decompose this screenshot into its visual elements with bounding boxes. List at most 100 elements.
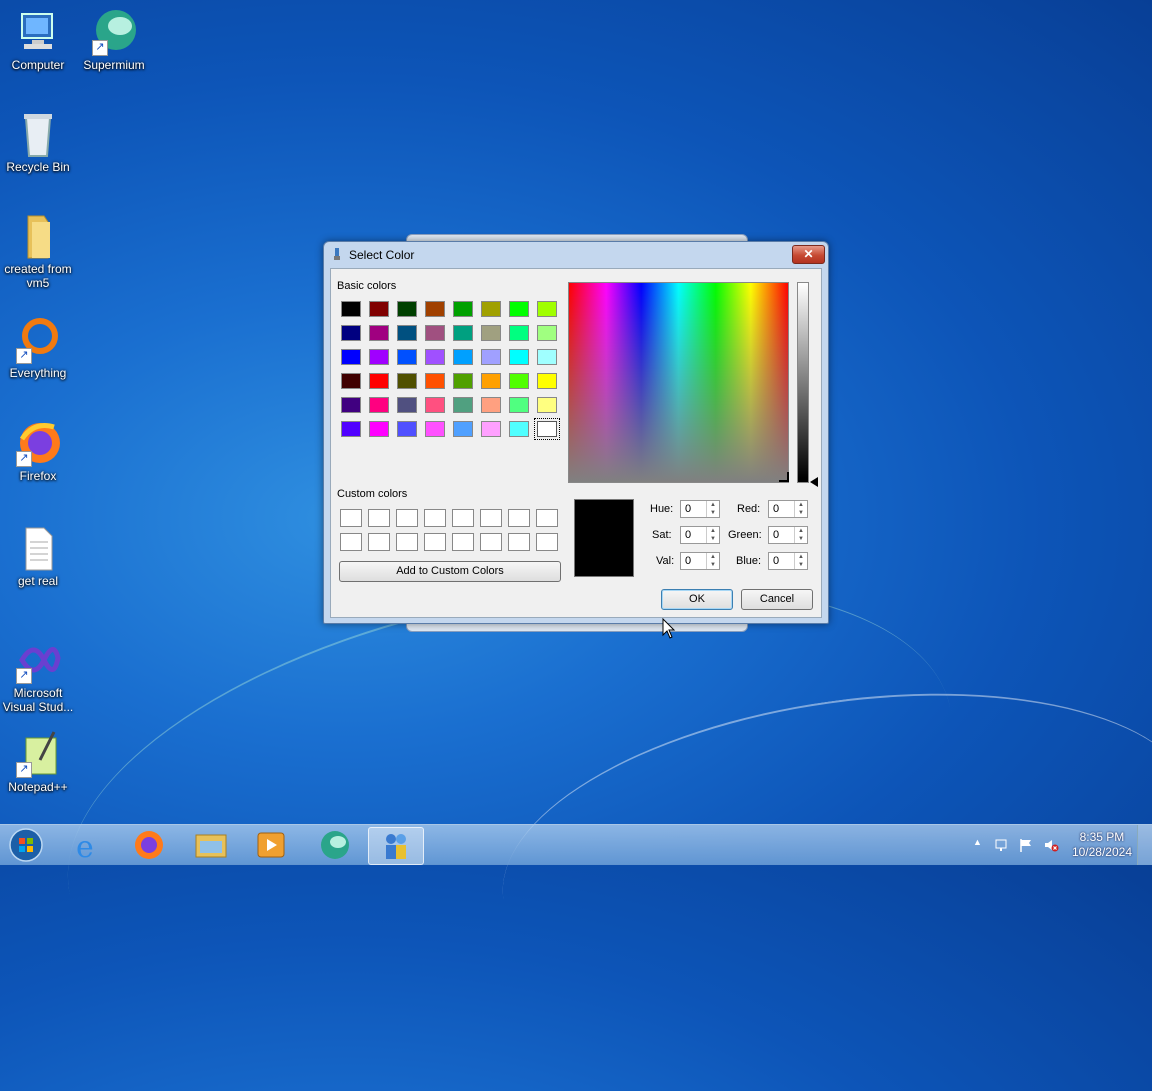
- val-field[interactable]: 0 ▲ ▼: [680, 552, 720, 570]
- basic-color-swatch[interactable]: [453, 349, 473, 365]
- basic-color-swatch[interactable]: [509, 325, 529, 341]
- basic-color-swatch[interactable]: [341, 373, 361, 389]
- basic-color-swatch[interactable]: [397, 349, 417, 365]
- taskbar-file-explorer[interactable]: [184, 827, 238, 863]
- start-button[interactable]: [6, 827, 46, 863]
- basic-color-swatch[interactable]: [341, 325, 361, 341]
- taskbar-clock[interactable]: 8:35 PM 10/28/2024: [1072, 830, 1132, 860]
- hue-field[interactable]: 0 ▲ ▼: [680, 500, 720, 518]
- custom-color-slot[interactable]: [480, 533, 502, 551]
- show-desktop-button[interactable]: [1137, 825, 1152, 865]
- basic-color-swatch[interactable]: [397, 325, 417, 341]
- basic-color-swatch[interactable]: [341, 397, 361, 413]
- basic-color-swatch[interactable]: [341, 349, 361, 365]
- custom-color-slot[interactable]: [452, 533, 474, 551]
- basic-color-swatch[interactable]: [425, 301, 445, 317]
- luminosity-slider[interactable]: [797, 282, 809, 483]
- basic-color-swatch[interactable]: [453, 397, 473, 413]
- custom-color-slot[interactable]: [396, 533, 418, 551]
- close-button[interactable]: ✕: [792, 245, 825, 264]
- basic-color-swatch[interactable]: [341, 301, 361, 317]
- custom-color-slot[interactable]: [536, 509, 558, 527]
- basic-color-swatch[interactable]: [453, 421, 473, 437]
- basic-color-swatch[interactable]: [453, 301, 473, 317]
- basic-color-swatch[interactable]: [537, 349, 557, 365]
- basic-color-swatch[interactable]: [425, 397, 445, 413]
- basic-color-swatch[interactable]: [425, 421, 445, 437]
- basic-color-swatch[interactable]: [453, 373, 473, 389]
- basic-color-swatch[interactable]: [425, 349, 445, 365]
- basic-color-swatch[interactable]: [481, 421, 501, 437]
- spin-arrows-icon[interactable]: ▲ ▼: [794, 527, 807, 543]
- taskbar-internet-explorer[interactable]: e: [62, 827, 116, 865]
- basic-color-swatch[interactable]: [453, 325, 473, 341]
- taskbar-firefox[interactable]: [122, 827, 176, 863]
- basic-color-swatch[interactable]: [537, 301, 557, 317]
- cancel-button[interactable]: Cancel: [741, 589, 813, 610]
- taskbar-media-player[interactable]: [244, 827, 298, 863]
- desktop-icon-supermium[interactable]: ↗ Supermium: [76, 8, 152, 72]
- basic-color-swatch[interactable]: [481, 397, 501, 413]
- custom-color-slot[interactable]: [340, 509, 362, 527]
- green-field[interactable]: 0 ▲ ▼: [768, 526, 808, 544]
- basic-color-swatch[interactable]: [369, 373, 389, 389]
- color-spectrum[interactable]: [568, 282, 789, 483]
- basic-color-swatch[interactable]: [537, 373, 557, 389]
- spin-arrows-icon[interactable]: ▲ ▼: [706, 501, 719, 517]
- spin-arrows-icon[interactable]: ▲ ▼: [706, 553, 719, 569]
- custom-color-slot[interactable]: [536, 533, 558, 551]
- action-center-icon[interactable]: [994, 837, 1010, 853]
- sat-field[interactable]: 0 ▲ ▼: [680, 526, 720, 544]
- spin-arrows-icon[interactable]: ▲ ▼: [794, 501, 807, 517]
- basic-color-swatch[interactable]: [369, 421, 389, 437]
- desktop-icon-visual-studio[interactable]: ↗ Microsoft Visual Stud...: [0, 636, 76, 714]
- desktop-icon-firefox[interactable]: ↗ Firefox: [0, 419, 76, 483]
- basic-color-swatch[interactable]: [369, 397, 389, 413]
- desktop-icon-notepadpp[interactable]: ↗ Notepad++: [0, 730, 76, 794]
- spin-arrows-icon[interactable]: ▲ ▼: [706, 527, 719, 543]
- desktop-icon-computer[interactable]: Computer: [0, 8, 76, 72]
- basic-color-swatch[interactable]: [369, 325, 389, 341]
- flag-icon[interactable]: [1018, 837, 1034, 853]
- basic-color-swatch[interactable]: [534, 418, 560, 440]
- basic-color-swatch[interactable]: [397, 421, 417, 437]
- ok-button[interactable]: OK: [661, 589, 733, 610]
- blue-field[interactable]: 0 ▲ ▼: [768, 552, 808, 570]
- basic-color-swatch[interactable]: [481, 301, 501, 317]
- basic-color-swatch[interactable]: [397, 373, 417, 389]
- basic-color-swatch[interactable]: [341, 421, 361, 437]
- desktop-icon-folder[interactable]: created from vm5: [0, 212, 76, 290]
- show-hidden-icons-icon[interactable]: ▲: [973, 837, 989, 853]
- desktop-icon-text-file[interactable]: get real: [0, 524, 76, 588]
- custom-color-slot[interactable]: [396, 509, 418, 527]
- custom-color-slot[interactable]: [340, 533, 362, 551]
- custom-color-slot[interactable]: [508, 533, 530, 551]
- custom-color-slot[interactable]: [424, 533, 446, 551]
- basic-color-swatch[interactable]: [425, 373, 445, 389]
- basic-color-swatch[interactable]: [509, 397, 529, 413]
- custom-color-slot[interactable]: [424, 509, 446, 527]
- basic-color-swatch[interactable]: [537, 325, 557, 341]
- custom-color-slot[interactable]: [368, 533, 390, 551]
- basic-color-swatch[interactable]: [481, 325, 501, 341]
- custom-color-slot[interactable]: [480, 509, 502, 527]
- basic-color-swatch[interactable]: [481, 349, 501, 365]
- custom-color-slot[interactable]: [452, 509, 474, 527]
- basic-color-swatch[interactable]: [509, 421, 529, 437]
- custom-color-slot[interactable]: [508, 509, 530, 527]
- basic-color-swatch[interactable]: [481, 373, 501, 389]
- basic-color-swatch[interactable]: [537, 397, 557, 413]
- dialog-titlebar[interactable]: Select Color ✕: [324, 242, 828, 267]
- basic-color-swatch[interactable]: [397, 397, 417, 413]
- volume-muted-icon[interactable]: [1043, 837, 1059, 853]
- desktop-icon-everything[interactable]: ↗ Everything: [0, 316, 76, 380]
- basic-color-swatch[interactable]: [509, 373, 529, 389]
- basic-color-swatch[interactable]: [369, 349, 389, 365]
- spin-arrows-icon[interactable]: ▲ ▼: [794, 553, 807, 569]
- taskbar-supermium[interactable]: [308, 827, 362, 863]
- basic-color-swatch[interactable]: [369, 301, 389, 317]
- luminosity-arrow-icon[interactable]: [810, 477, 818, 487]
- custom-color-slot[interactable]: [368, 509, 390, 527]
- desktop-icon-recycle-bin[interactable]: Recycle Bin: [0, 110, 76, 174]
- basic-color-swatch[interactable]: [509, 349, 529, 365]
